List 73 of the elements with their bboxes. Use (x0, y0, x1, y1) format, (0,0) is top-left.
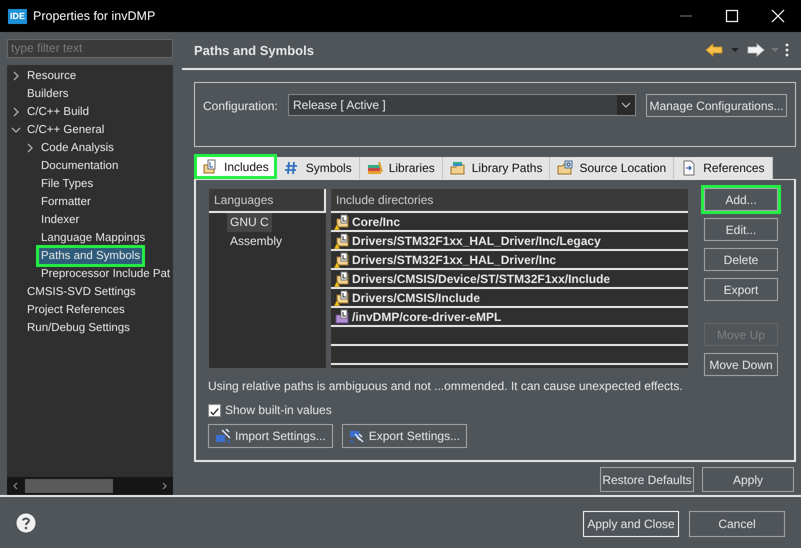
directory-path[interactable]: Drivers/CMSIS/Device/ST/STM32F1xx/Include (352, 272, 610, 286)
tab[interactable]: References (674, 157, 773, 179)
warning-text: Using relative paths is ambiguous and not ...ommended. It can cause unexpected effects. (208, 379, 684, 393)
horizontal-scrollbar[interactable] (7, 477, 173, 495)
folder-warning-icon (334, 252, 350, 268)
tree-item[interactable]: Project References (25, 302, 127, 318)
chevron-down-icon[interactable] (621, 102, 631, 108)
more-icon[interactable] (785, 43, 789, 57)
forward-arrow-icon[interactable] (745, 43, 765, 57)
folder-warning-icon (334, 232, 350, 248)
folder-warning-icon (334, 270, 350, 286)
column-header: Include directories (331, 189, 688, 213)
button[interactable]: Cancel (689, 511, 785, 537)
column-header: Languages (209, 189, 326, 213)
tree-item[interactable]: Run/Debug Settings (25, 320, 132, 336)
tree-item[interactable]: Code Analysis (39, 140, 116, 156)
folder-page-icon (334, 308, 350, 324)
language-item[interactable]: Assembly (227, 232, 286, 251)
checkbox-label: Show built-in values (225, 403, 332, 417)
page-arrow-icon (681, 160, 698, 176)
tree-item[interactable]: File Types (39, 176, 96, 192)
tab[interactable]: Libraries (360, 157, 443, 179)
button[interactable]: Add... (704, 188, 778, 211)
directory-path[interactable]: Drivers/STM32F1xx_HAL_Driver/Inc/Legacy (352, 234, 601, 248)
tree-item[interactable]: C/C++ General (25, 122, 106, 138)
tree-item[interactable]: Preprocessor Include Pat (39, 266, 172, 282)
tree-item[interactable]: Resource (25, 68, 78, 84)
import-settings-button[interactable]: Import Settings... (208, 424, 333, 448)
export-settings-button[interactable]: Export Settings... (342, 424, 468, 448)
app-logo: IDE (8, 8, 28, 24)
hash-icon (284, 160, 300, 176)
button[interactable]: Restore Defaults (600, 467, 694, 492)
tree-item[interactable]: Formatter (39, 194, 93, 210)
tab[interactable]: Symbols (276, 157, 360, 179)
tree-item[interactable]: C/C++ Build (25, 104, 92, 120)
filter-field[interactable]: type filter text (7, 39, 173, 58)
button[interactable]: Move Down (704, 353, 778, 376)
tree-item[interactable]: CMSIS-SVD Settings (25, 284, 138, 300)
directory-path[interactable]: /invDMP/core-driver-eMPL (352, 310, 502, 324)
button[interactable]: Edit... (704, 218, 778, 241)
back-arrow-icon[interactable] (705, 43, 725, 57)
window-title: Properties for invDMP (33, 9, 156, 23)
tree-item[interactable]: Indexer (39, 212, 82, 228)
tab[interactable]: Includes (194, 154, 277, 179)
folder-warning-icon (334, 214, 350, 230)
button[interactable]: Delete (704, 248, 778, 271)
tab[interactable]: Library Paths (442, 157, 550, 179)
close-icon[interactable] (771, 9, 785, 23)
tree-item[interactable]: Builders (25, 86, 71, 102)
button[interactable]: Apply and Close (583, 511, 679, 537)
tree-item[interactable]: Language Mappings (39, 230, 148, 246)
help-icon[interactable] (16, 512, 36, 532)
configuration-dropdown[interactable]: Release [ Active ] (288, 94, 636, 116)
folder-icon (557, 160, 574, 176)
books-icon (366, 160, 383, 176)
tab[interactable]: Source Location (550, 157, 674, 179)
button[interactable]: Apply (702, 467, 794, 492)
directory-path[interactable]: Drivers/CMSIS/Include (352, 290, 480, 304)
folder-page-icon (202, 158, 218, 174)
configuration-label: Configuration: (203, 99, 279, 113)
folder-warning-icon (334, 290, 350, 306)
button[interactable]: Export (704, 278, 778, 301)
manage-configurations-button[interactable]: Manage Configurations... (646, 94, 787, 117)
dropdown-value: Release [ Active ] (293, 98, 386, 112)
maximize-icon[interactable] (725, 9, 739, 23)
language-item[interactable]: GNU C (227, 213, 272, 232)
tree-item[interactable]: Paths and Symbols (39, 248, 142, 264)
directory-path[interactable]: Drivers/STM32F1xx_HAL_Driver/Inc (352, 252, 556, 266)
tree-item[interactable]: Documentation (39, 158, 120, 174)
folder-books-icon (450, 160, 466, 176)
directory-path[interactable]: Core/Inc (352, 214, 400, 228)
page-title: Paths and Symbols (194, 42, 315, 58)
checkbox[interactable] (208, 404, 221, 416)
